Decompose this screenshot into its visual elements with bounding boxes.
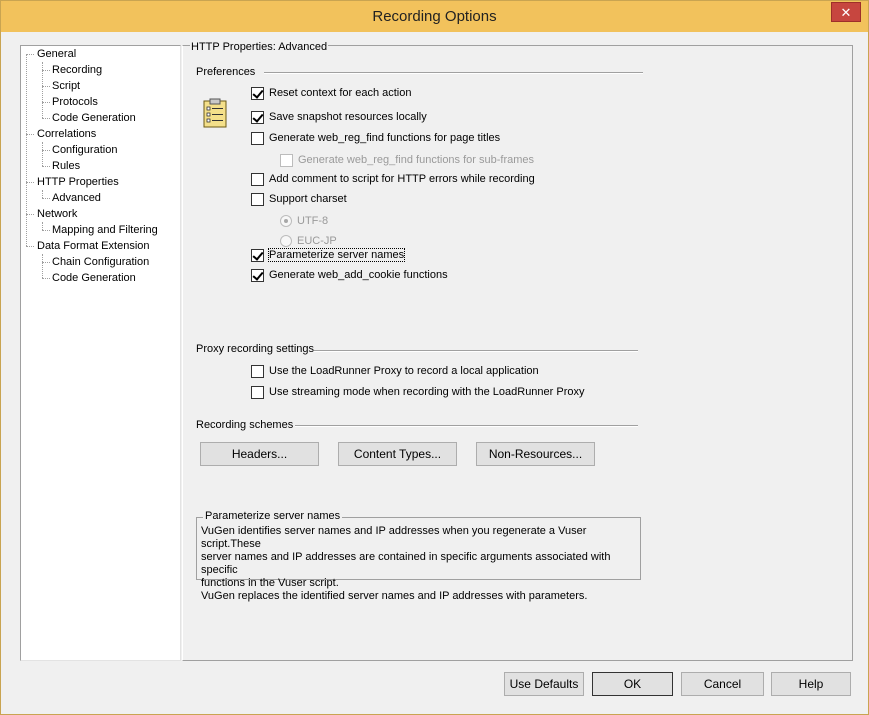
tree-item-general[interactable]: General [37, 47, 76, 61]
window-title: Recording Options [372, 8, 497, 25]
proxy-settings-label: Proxy recording settings [196, 343, 314, 355]
tree-item-http-properties[interactable]: HTTP Properties [37, 175, 119, 189]
tree-item-code-generation[interactable]: Code Generation [52, 111, 136, 125]
help-button[interactable]: Help [771, 672, 851, 696]
checkbox-checked-icon[interactable] [251, 248, 264, 262]
description-line: server names and IP addresses are contai… [201, 551, 611, 576]
radio-selected-icon [280, 215, 292, 227]
tree-item-recording[interactable]: Recording [52, 63, 102, 77]
checkbox-icon[interactable] [251, 385, 264, 399]
description-line: VuGen replaces the identified server nam… [201, 590, 588, 602]
preferences-separator [264, 72, 643, 74]
description-line: functions in the Vuser script. [201, 577, 339, 589]
description-line: VuGen identifies server names and IP add… [201, 525, 587, 550]
schemes-separator [295, 425, 638, 427]
option-label: Reset context for each action [269, 87, 412, 99]
radio-label: UTF-8 [297, 215, 329, 227]
ok-button[interactable]: OK [592, 672, 673, 696]
tree-item-protocols[interactable]: Protocols [52, 95, 98, 109]
tree-item-network[interactable]: Network [37, 207, 77, 221]
checkbox-checked-icon[interactable] [251, 268, 264, 282]
description-text: VuGen identifies server names and IP add… [201, 525, 639, 603]
tree-item-chain-configuration[interactable]: Chain Configuration [52, 255, 149, 269]
tree-item-data-format-extension[interactable]: Data Format Extension [37, 239, 150, 253]
option-streaming-mode[interactable]: Use streaming mode when recording with t… [251, 384, 585, 400]
option-label: Use the LoadRunner Proxy to record a loc… [269, 365, 539, 377]
option-use-loadrunner-proxy[interactable]: Use the LoadRunner Proxy to record a loc… [251, 363, 539, 379]
option-generate-reg-find-titles[interactable]: Generate web_reg_find functions for page… [251, 130, 500, 146]
option-label: Parameterize server names [267, 248, 406, 262]
dialog-client: General Recording Script Protocols Code … [8, 32, 861, 709]
checkbox-checked-icon[interactable] [251, 86, 264, 100]
option-label: Generate web_reg_find functions for page… [269, 132, 501, 144]
tree-item-script[interactable]: Script [52, 79, 80, 93]
content-types-button[interactable]: Content Types... [338, 442, 457, 466]
panel-caption: HTTP Properties: Advanced [190, 41, 329, 53]
checkbox-checked-icon[interactable] [251, 110, 264, 124]
use-defaults-button[interactable]: Use Defaults [504, 672, 584, 696]
recording-schemes-label: Recording schemes [196, 419, 294, 431]
title-bar[interactable]: Recording Options ✕ [1, 1, 868, 32]
tree-item-code-generation-2[interactable]: Code Generation [52, 271, 136, 285]
headers-button[interactable]: Headers... [200, 442, 319, 466]
radio-icon [280, 235, 292, 247]
option-add-comment-http-errors[interactable]: Add comment to script for HTTP errors wh… [251, 171, 535, 187]
tree-item-rules[interactable]: Rules [52, 159, 80, 173]
option-label: Generate web_reg_find functions for sub-… [298, 154, 535, 166]
option-label: Use streaming mode when recording with t… [269, 386, 585, 398]
options-tree[interactable]: General Recording Script Protocols Code … [20, 45, 181, 661]
option-label: Add comment to script for HTTP errors wh… [269, 173, 535, 185]
checkbox-disabled-icon [280, 153, 293, 167]
option-label: Generate web_add_cookie functions [269, 269, 448, 281]
preferences-clipboard-icon [203, 98, 227, 128]
cancel-button[interactable]: Cancel [681, 672, 764, 696]
tree-item-mapping-filtering[interactable]: Mapping and Filtering [52, 223, 158, 237]
option-support-charset[interactable]: Support charset [251, 191, 347, 207]
option-label: Save snapshot resources locally [269, 111, 427, 123]
non-resources-button[interactable]: Non-Resources... [476, 442, 595, 466]
proxy-separator [314, 350, 638, 352]
option-label: Support charset [269, 193, 347, 205]
checkbox-icon[interactable] [251, 172, 264, 186]
checkbox-icon[interactable] [251, 364, 264, 378]
checkbox-icon[interactable] [251, 192, 264, 206]
preferences-label: Preferences [196, 66, 256, 78]
option-generate-reg-find-subframes: Generate web_reg_find functions for sub-… [280, 152, 534, 168]
checkbox-icon[interactable] [251, 131, 264, 145]
tree-item-advanced[interactable]: Advanced [52, 191, 101, 205]
option-generate-add-cookie[interactable]: Generate web_add_cookie functions [251, 267, 448, 283]
option-parameterize-server-names[interactable]: Parameterize server names [251, 247, 406, 263]
option-reset-context[interactable]: Reset context for each action [251, 85, 411, 101]
close-button[interactable]: ✕ [831, 2, 861, 22]
tree-item-correlations[interactable]: Correlations [37, 127, 96, 141]
radio-label: EUC-JP [297, 235, 337, 247]
tree-item-configuration[interactable]: Configuration [52, 143, 117, 157]
recording-options-window: Recording Options ✕ General Recording Sc… [0, 0, 869, 715]
radio-utf8: UTF-8 [280, 213, 328, 229]
option-save-snapshot[interactable]: Save snapshot resources locally [251, 109, 427, 125]
description-title: Parameterize server names [203, 510, 343, 522]
